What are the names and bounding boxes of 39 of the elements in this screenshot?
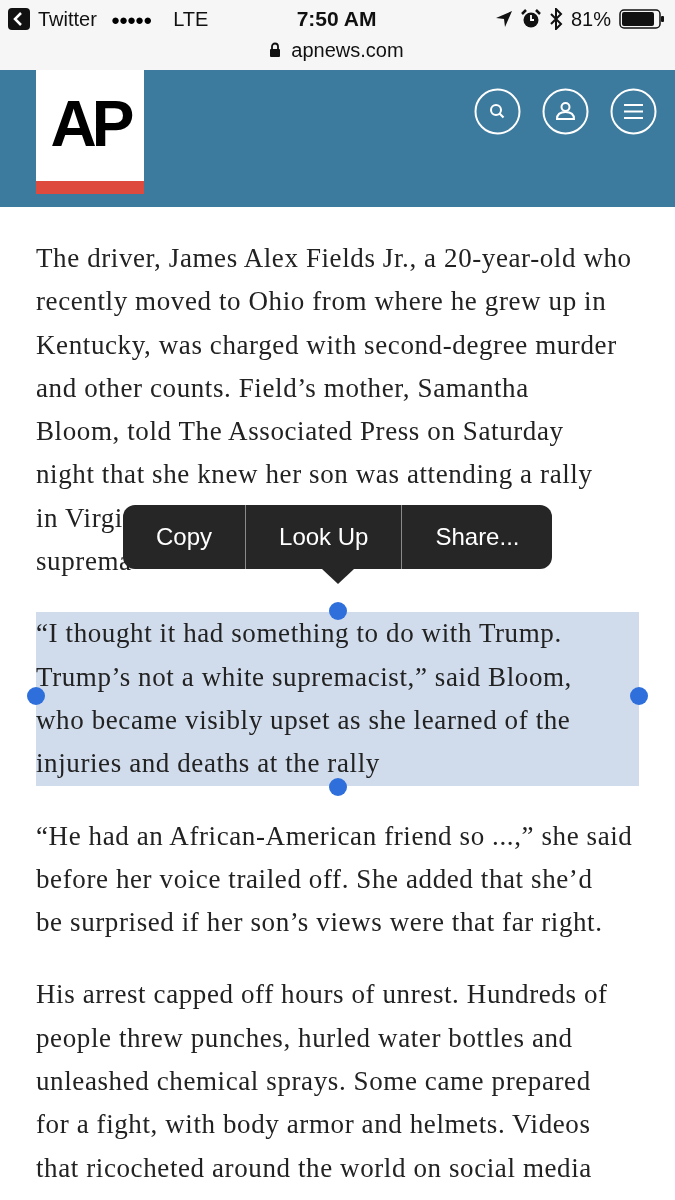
text-line: unleashed chemical sprays. Some came prepared — [36, 1065, 591, 1099]
signal-dots: ●●●●● — [110, 10, 152, 28]
selection-handle[interactable] — [329, 602, 347, 621]
back-app-label[interactable]: Twitter — [38, 7, 97, 31]
text-line: “He had an African-American friend so ...,” she said — [36, 819, 633, 853]
text-line: people threw punches, hurled water bottles and — [36, 1021, 573, 1055]
text-line: that ricocheted around the world on social media — [36, 1151, 592, 1185]
lock-icon — [269, 42, 282, 58]
text-line: The driver, James Alex Fields Jr., a 20-year-old who — [36, 242, 632, 275]
url-text[interactable]: apnews.com — [291, 38, 404, 62]
menu-option[interactable]: Share... — [401, 505, 553, 569]
clock: 7:50 AM — [296, 7, 377, 31]
menu-icon[interactable] — [610, 88, 657, 135]
text-line: Kentucky, was charged with second-degree murder — [36, 328, 617, 362]
text-line: recently moved to Ohio from where he grew up in — [36, 285, 607, 319]
text-line: Bloom, told The Associated Press on Saturday — [36, 415, 564, 449]
text-line: “I thought it had something to do with Trump. — [36, 617, 562, 651]
text-line: and other counts. Field’s mother, Samantha — [36, 371, 529, 405]
battery-percent: 81% — [570, 7, 611, 31]
selection-handle[interactable] — [630, 687, 648, 706]
text-line: night that she knew her son was attending a rally — [36, 458, 593, 492]
text-line: injuries and deaths at the rally — [36, 747, 380, 781]
ap-logo[interactable]: AP — [36, 70, 144, 194]
bluetooth-icon — [548, 8, 563, 30]
menu-option[interactable]: Look Up — [245, 505, 402, 569]
text-line: be surprised if her son’s views were that far right. — [36, 906, 603, 940]
battery-icon — [619, 9, 665, 29]
text-line: in Virgi — [36, 501, 123, 535]
search-icon[interactable] — [474, 88, 521, 135]
text-line: who became visibly upset as she learned of the — [36, 703, 571, 737]
text-line: for a fight, with body armor and helmets. Videos — [36, 1108, 591, 1142]
user-icon[interactable] — [542, 88, 589, 135]
text-line: Trump’s not a white supremacist,” said Bloom, — [36, 660, 572, 694]
alarm-clock-icon — [520, 9, 541, 29]
location-arrow-icon — [494, 10, 513, 28]
back-icon[interactable] — [8, 8, 30, 30]
text-line: His arrest capped off hours of unrest. Hundreds of — [36, 978, 608, 1012]
text-line: before her voice trailed off. She added that she’d — [36, 862, 593, 896]
network-label: LTE — [173, 7, 209, 31]
